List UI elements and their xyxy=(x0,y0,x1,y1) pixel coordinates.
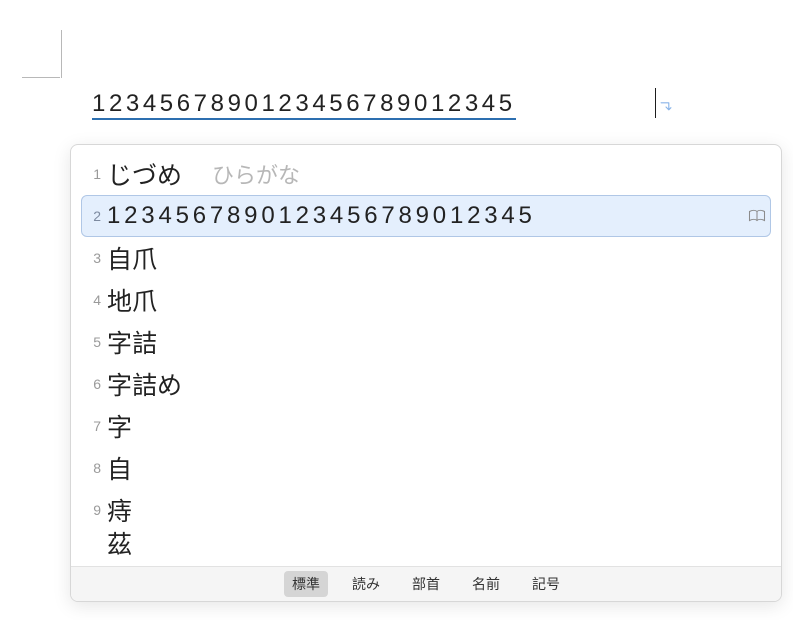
candidate-word: じづめ xyxy=(107,156,182,192)
candidate-word: 字 xyxy=(107,408,132,444)
candidate-item[interactable]: 6 字詰め xyxy=(81,363,771,405)
candidate-item[interactable]: 7 字 xyxy=(81,405,771,447)
inline-input-text[interactable]: 1234567890123456789012345 xyxy=(92,92,516,120)
candidate-word: 字詰め xyxy=(107,366,182,402)
candidate-number: 1 xyxy=(83,166,101,182)
candidate-item[interactable]: 9 痔 xyxy=(81,489,771,531)
text-caret xyxy=(655,88,656,118)
candidate-word: 地爪 xyxy=(107,282,157,318)
candidate-number: 5 xyxy=(83,334,101,350)
candidate-number: 9 xyxy=(83,502,101,518)
candidate-word: 1234567890123456789012345 xyxy=(107,202,536,230)
document-frame-corner xyxy=(22,28,62,78)
candidate-word: 自 xyxy=(107,450,132,486)
candidate-item[interactable]: 5 字詰 xyxy=(81,321,771,363)
tab-symbol[interactable]: 記号 xyxy=(524,571,568,597)
candidate-list: 1 じづめ ひらがな 2 1234567890123456789012345 3… xyxy=(71,145,781,555)
paragraph-mark-icon xyxy=(659,100,673,114)
candidate-number: 6 xyxy=(83,376,101,392)
candidate-word: 字詰 xyxy=(107,324,157,360)
candidate-item[interactable]: 4 地爪 xyxy=(81,279,771,321)
tab-reading[interactable]: 読み xyxy=(344,571,388,597)
candidate-number: 8 xyxy=(83,460,101,476)
candidate-word: 自爪 xyxy=(107,240,157,276)
candidate-item[interactable]: 茲 xyxy=(81,531,771,555)
dictionary-icon[interactable] xyxy=(748,209,766,223)
candidate-item-selected[interactable]: 2 1234567890123456789012345 xyxy=(81,195,771,237)
candidate-hint: ひらがな xyxy=(212,158,300,190)
candidate-word: 茲 xyxy=(107,531,132,555)
candidate-item[interactable]: 1 じづめ ひらがな xyxy=(81,153,771,195)
candidate-item[interactable]: 3 自爪 xyxy=(81,237,771,279)
tab-name[interactable]: 名前 xyxy=(464,571,508,597)
candidate-item[interactable]: 8 自 xyxy=(81,447,771,489)
candidate-word: 痔 xyxy=(107,492,132,528)
candidate-number: 2 xyxy=(83,208,101,224)
candidate-number: 7 xyxy=(83,418,101,434)
ime-candidate-panel: 1 じづめ ひらがな 2 1234567890123456789012345 3… xyxy=(70,144,782,602)
candidate-number: 4 xyxy=(83,292,101,308)
candidate-number: 3 xyxy=(83,250,101,266)
tab-standard[interactable]: 標準 xyxy=(284,571,328,597)
candidate-bottom-bar: 標準 読み 部首 名前 記号 xyxy=(71,566,781,601)
tab-radical[interactable]: 部首 xyxy=(404,571,448,597)
